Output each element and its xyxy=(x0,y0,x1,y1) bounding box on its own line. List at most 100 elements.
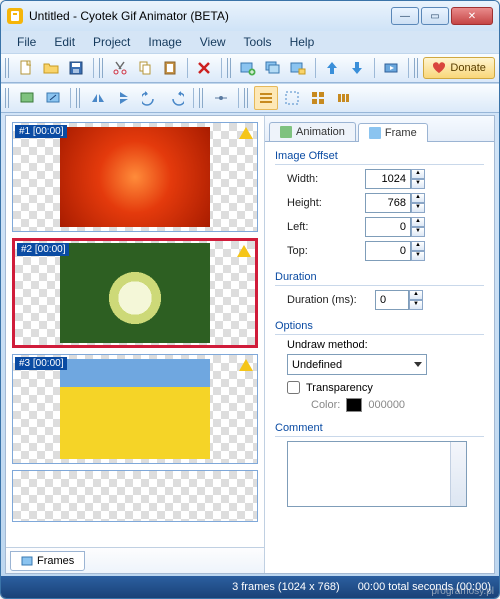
copy-button[interactable] xyxy=(134,56,157,80)
donate-button[interactable]: Donate xyxy=(423,57,494,79)
spin-down-icon[interactable]: ▼ xyxy=(411,203,425,213)
close-button[interactable]: ✕ xyxy=(451,7,493,25)
color-swatch[interactable] xyxy=(346,398,362,412)
paste-button[interactable] xyxy=(159,56,182,80)
toolbar-grip[interactable] xyxy=(227,58,233,78)
view-filmstrip-button[interactable] xyxy=(332,86,356,110)
content-area: #1 [00:00] #2 [00:00] #3 [00:00] xyxy=(5,115,495,574)
frame-tab-icon xyxy=(369,127,381,139)
frame-resize-button[interactable] xyxy=(41,86,65,110)
images-icon xyxy=(265,60,281,76)
filmstrip-icon xyxy=(336,90,352,106)
toolbar-grip[interactable] xyxy=(99,58,105,78)
left-spinner[interactable]: ▲▼ xyxy=(365,217,425,237)
add-folder-button[interactable] xyxy=(287,56,310,80)
frames-tab[interactable]: Frames xyxy=(10,551,85,571)
spin-down-icon[interactable]: ▼ xyxy=(409,300,423,310)
left-input[interactable] xyxy=(365,217,411,237)
top-spinner[interactable]: ▲▼ xyxy=(365,241,425,261)
menu-help[interactable]: Help xyxy=(282,33,323,51)
menu-image[interactable]: Image xyxy=(140,33,189,51)
spin-up-icon[interactable]: ▲ xyxy=(411,169,425,179)
frame-icon xyxy=(19,90,35,106)
flip-h-button[interactable] xyxy=(86,86,110,110)
maximize-button[interactable]: ▭ xyxy=(421,7,449,25)
flip-v-button[interactable] xyxy=(112,86,136,110)
toolbar-grip[interactable] xyxy=(76,88,82,108)
toolbar-grip[interactable] xyxy=(5,58,11,78)
comment-textarea[interactable] xyxy=(287,441,467,507)
height-input[interactable] xyxy=(365,193,411,213)
move-down-button[interactable] xyxy=(346,56,369,80)
width-input[interactable] xyxy=(365,169,411,189)
top-input[interactable] xyxy=(365,241,411,261)
frames-icon xyxy=(21,555,33,567)
watermark: programosy.pl xyxy=(431,586,494,597)
cut-button[interactable] xyxy=(109,56,132,80)
view-grid-button[interactable] xyxy=(306,86,330,110)
menu-view[interactable]: View xyxy=(192,33,234,51)
scrollbar[interactable] xyxy=(450,442,466,506)
select-icon xyxy=(284,90,300,106)
save-button[interactable] xyxy=(65,56,88,80)
frame-label: #3 [00:00] xyxy=(15,357,67,370)
titlebar: Untitled - Cyotek Gif Animator (BETA) — … xyxy=(1,1,499,31)
spin-down-icon[interactable]: ▼ xyxy=(411,179,425,189)
tab-animation[interactable]: Animation xyxy=(269,122,356,141)
height-spinner[interactable]: ▲▼ xyxy=(365,193,425,213)
delete-button[interactable] xyxy=(193,56,216,80)
spin-up-icon[interactable]: ▲ xyxy=(411,193,425,203)
section-title: Comment xyxy=(275,422,484,437)
spin-up-icon[interactable]: ▲ xyxy=(409,290,423,300)
donate-label: Donate xyxy=(450,62,485,74)
view-list-button[interactable] xyxy=(254,86,278,110)
spin-up-icon[interactable]: ▲ xyxy=(411,217,425,227)
menu-tools[interactable]: Tools xyxy=(236,33,280,51)
new-button[interactable] xyxy=(15,56,38,80)
scissors-icon xyxy=(112,60,128,76)
frame-thumbnail[interactable]: #1 [00:00] xyxy=(12,122,258,232)
add-image-button[interactable] xyxy=(236,56,259,80)
preview-button[interactable] xyxy=(380,56,403,80)
warning-icon xyxy=(239,359,253,371)
zoom-button[interactable] xyxy=(209,86,233,110)
undraw-label: Undraw method: xyxy=(287,339,368,351)
color-value: 000000 xyxy=(368,399,405,411)
view-select-button[interactable] xyxy=(280,86,304,110)
tab-frame[interactable]: Frame xyxy=(358,123,428,142)
frames-list[interactable]: #1 [00:00] #2 [00:00] #3 [00:00] xyxy=(6,116,264,547)
frame-thumbnail-empty[interactable] xyxy=(12,470,258,522)
section-comment: Comment xyxy=(275,422,484,507)
spin-down-icon[interactable]: ▼ xyxy=(411,251,425,261)
menu-file[interactable]: File xyxy=(9,33,44,51)
frame-thumbnail[interactable]: #3 [00:00] xyxy=(12,354,258,464)
width-spinner[interactable]: ▲▼ xyxy=(365,169,425,189)
menu-project[interactable]: Project xyxy=(85,33,138,51)
rotate-right-button[interactable] xyxy=(164,86,188,110)
frame-label: #2 [00:00] xyxy=(17,243,69,256)
menu-edit[interactable]: Edit xyxy=(46,33,83,51)
delete-icon xyxy=(196,60,212,76)
frame-props-button[interactable] xyxy=(15,86,39,110)
rotate-left-button[interactable] xyxy=(138,86,162,110)
toolbar-grip[interactable] xyxy=(5,88,11,108)
toolbar-grip[interactable] xyxy=(199,88,205,108)
heart-icon xyxy=(432,62,446,74)
transparency-checkbox[interactable] xyxy=(287,381,300,394)
toolbar-grip[interactable] xyxy=(244,88,250,108)
image-folder-icon xyxy=(290,60,306,76)
copy-icon xyxy=(137,60,153,76)
minimize-button[interactable]: — xyxy=(391,7,419,25)
spin-down-icon[interactable]: ▼ xyxy=(411,227,425,237)
frame-thumbnail[interactable]: #2 [00:00] xyxy=(12,238,258,348)
pane-tabs: Frames xyxy=(6,547,264,573)
duration-input[interactable] xyxy=(375,290,409,310)
move-up-button[interactable] xyxy=(321,56,344,80)
spin-up-icon[interactable]: ▲ xyxy=(411,241,425,251)
flip-h-icon xyxy=(90,90,106,106)
undraw-combo[interactable]: Undefined xyxy=(287,354,427,375)
toolbar-grip[interactable] xyxy=(414,58,420,78)
open-button[interactable] xyxy=(40,56,63,80)
add-images-button[interactable] xyxy=(262,56,285,80)
duration-spinner[interactable]: ▲▼ xyxy=(375,290,423,310)
